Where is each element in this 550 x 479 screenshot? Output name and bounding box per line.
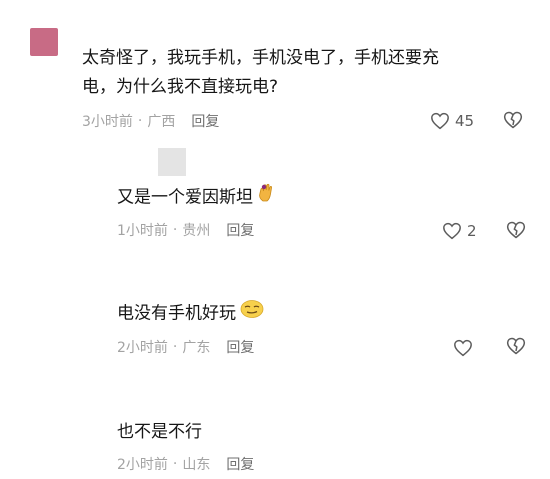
heart-icon <box>431 112 449 130</box>
reply-button[interactable]: 回复 <box>226 454 254 474</box>
smirking-face-emoji-icon <box>240 299 264 328</box>
meta-separator: · <box>172 222 178 238</box>
reply-text-content: 电没有手机好玩 <box>117 303 236 324</box>
comment-meta: 2小时前 · 广东 回复 <box>117 337 254 357</box>
like-button[interactable] <box>453 337 473 359</box>
meta-separator: · <box>172 339 178 355</box>
like-count: 45 <box>455 112 475 130</box>
reply-text: 电没有手机好玩 <box>117 299 264 328</box>
reply-text: 也不是不行 <box>117 422 202 442</box>
comment-text-line1: 太奇怪了，我玩手机，手机没电了，手机还要充 <box>82 48 439 68</box>
broken-heart-icon <box>506 221 526 239</box>
heart-icon <box>443 222 461 240</box>
like-button[interactable]: 45 <box>430 110 474 132</box>
comment-time: 3小时前 <box>82 114 133 130</box>
reply-text-content: 又是一个爱因斯坦 <box>117 187 253 208</box>
avatar[interactable] <box>158 148 186 176</box>
like-button[interactable]: 2 <box>442 220 477 242</box>
meta-separator: · <box>137 113 143 129</box>
comment-location: 山东 <box>182 457 211 473</box>
reply-button[interactable]: 回复 <box>191 111 219 131</box>
reply-button[interactable]: 回复 <box>226 220 254 240</box>
raised-hand-emoji-icon <box>257 183 275 212</box>
reply-text: 又是一个爱因斯坦 <box>117 183 275 212</box>
comment-meta: 1小时前 · 贵州 回复 <box>117 220 254 240</box>
comment-meta: 2小时前 · 山东 回复 <box>117 454 254 474</box>
reply-button[interactable]: 回复 <box>226 337 254 357</box>
like-count: 2 <box>467 222 477 240</box>
heart-icon <box>454 339 472 357</box>
comment-location: 广东 <box>182 340 211 356</box>
comment-location: 贵州 <box>182 223 211 239</box>
dislike-button[interactable] <box>503 110 523 130</box>
meta-separator: · <box>172 456 178 472</box>
comment-location: 广西 <box>147 114 176 130</box>
dislike-button[interactable] <box>506 220 526 240</box>
dislike-button[interactable] <box>506 336 526 356</box>
comment-meta: 3小时前 · 广西 回复 <box>82 111 219 131</box>
comment-time: 2小时前 <box>117 457 168 473</box>
comment-time: 1小时前 <box>117 223 168 239</box>
broken-heart-icon <box>506 337 526 355</box>
broken-heart-icon <box>503 111 523 129</box>
avatar[interactable] <box>30 28 58 56</box>
comment-time: 2小时前 <box>117 340 168 356</box>
comment-text-line2: 电，为什么我不直接玩电? <box>82 77 279 97</box>
